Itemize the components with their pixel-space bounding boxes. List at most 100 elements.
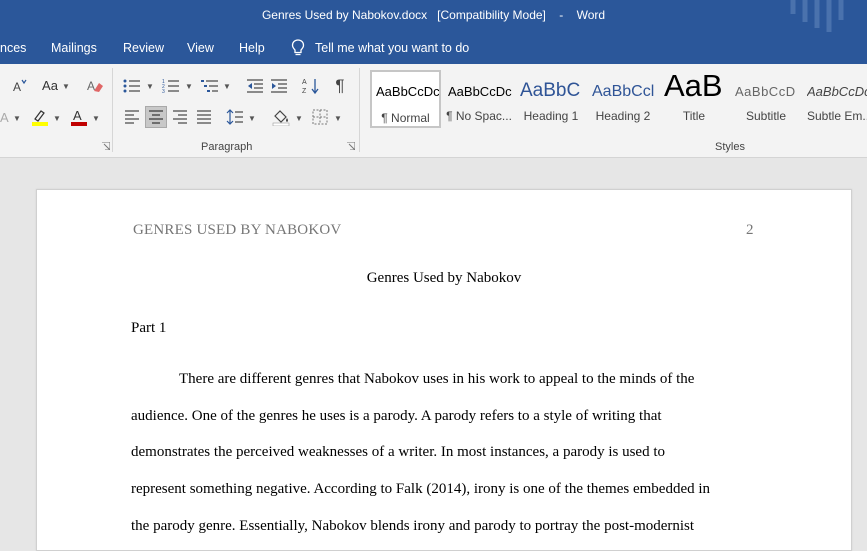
style-name: Heading 2 (595, 109, 651, 123)
title-bar: Genres Used by Nabokov.docx [Compatibili… (0, 0, 867, 32)
body-line: the parody genre. Essentially, Nabokov b… (131, 518, 695, 534)
style-preview: AaBbCcD (735, 84, 796, 99)
sort-button[interactable]: AZ (301, 76, 321, 96)
clear-formatting-button[interactable]: A (85, 76, 105, 96)
style-preview: AaBbCcDc (807, 84, 867, 99)
style-subtitle[interactable]: AaBbCcD Subtitle (731, 70, 801, 128)
svg-text:A: A (13, 80, 21, 93)
group-divider (112, 68, 113, 152)
svg-text:A: A (73, 108, 82, 123)
borders-icon (312, 109, 328, 125)
font-color-button[interactable]: A (69, 107, 89, 127)
justify-button[interactable] (194, 107, 214, 127)
svg-text:Z: Z (302, 88, 307, 95)
shrink-font-icon: A (13, 79, 27, 93)
style-heading-1[interactable]: AaBbC Heading 1 (516, 70, 586, 128)
style-preview: AaB (664, 70, 723, 103)
paragraph-dialog-launcher-icon[interactable] (347, 142, 355, 150)
bullets-icon (123, 79, 140, 93)
style-preview: AaBbCcl (592, 83, 655, 100)
style-title[interactable]: AaB Title (659, 70, 729, 128)
svg-text:3: 3 (162, 89, 165, 94)
text-effects-button[interactable]: A (0, 108, 10, 126)
increase-indent-icon (271, 79, 287, 93)
highlighter-icon (32, 110, 48, 126)
page-number: 2 (746, 222, 754, 238)
style-preview: AaBbCcDc (376, 84, 439, 99)
tab-view[interactable]: View (187, 41, 214, 55)
tab-references[interactable]: nces (0, 41, 26, 55)
title-decoration (790, 0, 844, 32)
decrease-indent-button[interactable] (245, 76, 265, 96)
title-separator: - (559, 8, 564, 22)
borders-button[interactable] (310, 107, 330, 127)
align-left-icon (125, 110, 139, 124)
tab-help[interactable]: Help (239, 41, 265, 55)
app-name: Word (576, 8, 606, 22)
body-line: demonstrates the perceived weaknesses of… (131, 444, 666, 460)
style-heading-2[interactable]: AaBbCcl Heading 2 (588, 70, 658, 128)
chevron-down-icon: ▼ (248, 114, 256, 123)
align-left-button[interactable] (122, 107, 142, 127)
font-dialog-launcher-icon[interactable] (102, 142, 110, 150)
justify-icon (197, 110, 211, 124)
shading-button[interactable] (270, 107, 292, 127)
tell-me-box[interactable]: Tell me what you want to do (291, 38, 469, 58)
document-title: Genres Used by Nabokov (366, 270, 522, 286)
align-right-button[interactable] (170, 107, 190, 127)
part-heading: Part 1 (131, 320, 167, 336)
multilevel-list-button[interactable] (200, 76, 220, 96)
sort-icon: AZ (302, 79, 319, 95)
chevron-down-icon: ▼ (13, 114, 21, 123)
style-no-spacing[interactable]: AaBbCcDc ¶ No Spac... (444, 70, 514, 128)
chevron-down-icon: ▼ (223, 82, 231, 91)
show-formatting-marks-button[interactable]: ¶ (330, 75, 350, 97)
chevron-down-icon: ▼ (53, 114, 61, 123)
style-normal[interactable]: AaBbCcDc ¶ Normal (370, 70, 441, 128)
style-subtle-emphasis[interactable]: AaBbCcDc Subtle Em... (803, 70, 867, 128)
body-line: represent something negative. According … (131, 481, 711, 497)
align-right-icon (173, 110, 187, 124)
paint-bucket-icon (272, 110, 290, 126)
tab-review[interactable]: Review (123, 41, 164, 55)
eraser-icon: A (87, 79, 103, 93)
increase-indent-button[interactable] (269, 76, 289, 96)
style-name: Title (682, 109, 706, 123)
paragraph-group-label: Paragraph (201, 141, 253, 153)
body-line: There are different genres that Nabokov … (179, 371, 695, 387)
style-name: ¶ No Spac... (446, 109, 512, 123)
document-area: GENRES USED BY NABOKOV 2 Genres Used by … (0, 158, 867, 551)
style-preview: AaBbC (520, 80, 581, 101)
change-case-button[interactable]: Aa (39, 76, 61, 94)
text-effects-icon: A (0, 110, 9, 125)
ribbon-tabs: nces Mailings Review View Help Tell me w… (0, 32, 867, 64)
body-line: audience. One of the genres he uses is a… (131, 408, 662, 424)
ribbon: A Aa ▼ A A ▼ ▼ A ▼ ▼ 1 2 3 ▼ ▼ A Z ¶ ▼ ▼… (0, 64, 867, 158)
chevron-down-icon: ▼ (146, 82, 154, 91)
style-preview: AaBbCcDc (448, 84, 512, 99)
document-name: Genres Used by Nabokov.docx (261, 8, 428, 22)
style-name: Heading 1 (523, 109, 579, 123)
multilevel-list-icon (201, 80, 218, 92)
chevron-down-icon: ▼ (92, 114, 100, 123)
window-title: Genres Used by Nabokov.docx [Compatibili… (0, 8, 867, 22)
line-spacing-icon (226, 109, 243, 125)
svg-text:A: A (0, 110, 9, 125)
running-head: GENRES USED BY NABOKOV (133, 222, 342, 238)
chevron-down-icon: ▼ (334, 114, 342, 123)
styles-group-label: Styles (715, 141, 745, 153)
group-divider (359, 68, 360, 152)
numbering-button[interactable]: 123 (161, 76, 181, 96)
svg-text:A: A (302, 79, 307, 86)
tab-mailings[interactable]: Mailings (51, 41, 97, 55)
highlight-color-button[interactable] (30, 107, 50, 127)
shrink-font-button[interactable]: A (12, 76, 28, 94)
bullets-button[interactable] (122, 76, 142, 96)
compatibility-mode: [Compatibility Mode] (437, 8, 546, 22)
document-page[interactable]: GENRES USED BY NABOKOV 2 Genres Used by … (36, 189, 852, 551)
decrease-indent-icon (247, 79, 263, 93)
chevron-down-icon: ▼ (62, 82, 70, 91)
line-spacing-button[interactable] (225, 107, 245, 127)
lightbulb-icon (291, 39, 305, 56)
center-button[interactable] (145, 106, 167, 128)
